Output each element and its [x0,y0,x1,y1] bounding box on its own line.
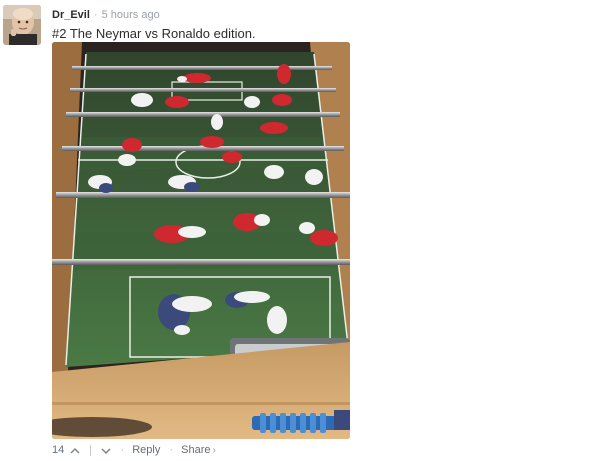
meta-separator: · [93,9,98,21]
chevron-down-icon[interactable] [101,447,111,455]
chevron-up-icon[interactable] [70,447,80,455]
avatar[interactable] [3,5,41,45]
share-label: Share [181,444,211,456]
author-name[interactable]: Dr_Evil [52,9,90,21]
comment-meta: Dr_Evil · 5 hours ago [52,9,160,22]
footer-separator: · [120,444,125,457]
comment-image[interactable] [52,42,350,439]
comment: Dr_Evil · 5 hours ago #2 The Neymar vs Ron… [0,0,600,461]
comment-footer: 14 · Reply · Share › [52,444,216,458]
foosball-photo-icon [52,42,350,439]
reply-button[interactable]: Reply [132,444,160,457]
share-button[interactable]: Share › [181,444,216,457]
comment-text: #2 The Neymar vs Ronaldo edition. [52,26,256,41]
chevron-right-icon: › [212,445,216,456]
user-avatar-image [3,5,41,45]
timestamp[interactable]: 5 hours ago [102,9,160,21]
vote-divider [90,445,92,457]
footer-separator: · [169,444,174,457]
upvote-count: 14 [52,444,65,457]
